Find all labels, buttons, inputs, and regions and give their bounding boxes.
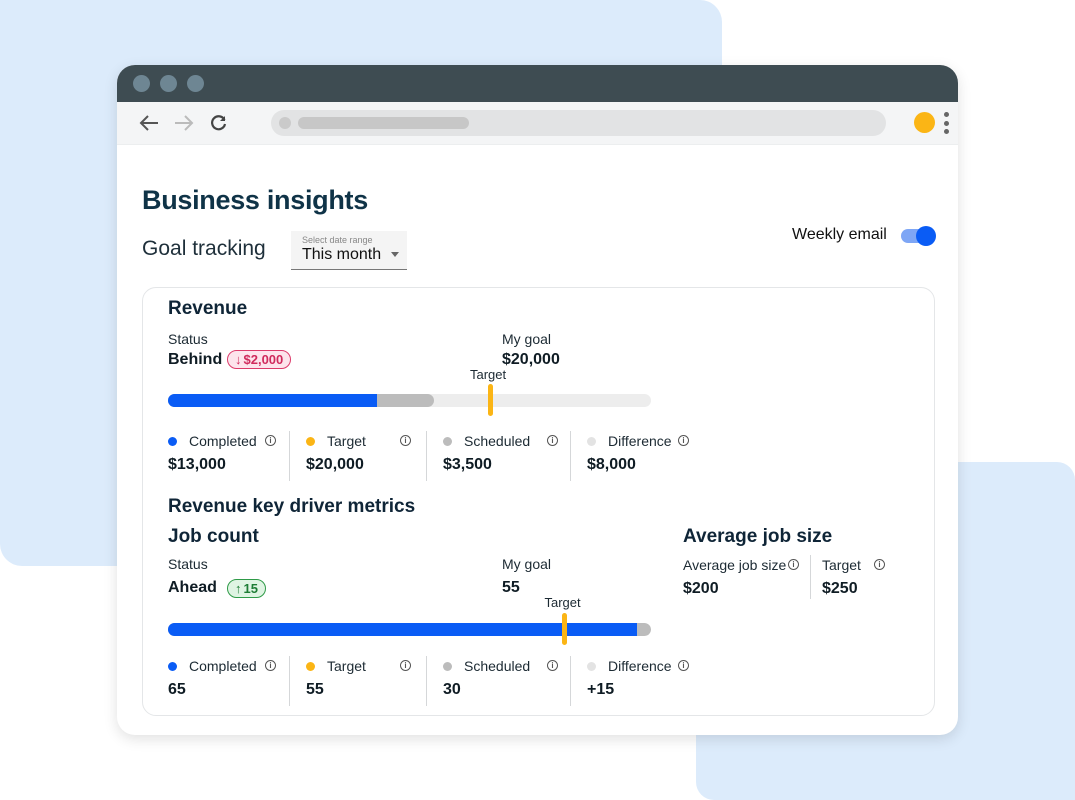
stat-average-job-size: Average job size i $200 <box>683 555 810 599</box>
stat-avg-target: Target i $250 <box>810 555 900 599</box>
job-count-target-marker <box>561 613 567 645</box>
site-info-icon <box>279 117 291 129</box>
stat-label: Difference <box>608 433 672 449</box>
legend-dot-completed <box>168 436 177 446</box>
stat-value: $200 <box>683 580 719 597</box>
profile-avatar[interactable] <box>914 112 935 133</box>
stat-label: Target <box>327 658 366 674</box>
revenue-delta-badge: ↓ $2,000 <box>227 350 292 369</box>
revenue-goal-value: $20,000 <box>502 351 560 368</box>
caret-down-icon <box>391 252 399 257</box>
legend-dot-difference <box>587 661 596 671</box>
revenue-title: Revenue <box>168 298 248 319</box>
stat-value: 65 <box>168 681 186 698</box>
kebab-menu-icon[interactable] <box>943 112 949 134</box>
stat-target: Target i $20,000 <box>289 431 426 481</box>
stat-label: Completed <box>189 658 257 674</box>
page-title: Business insights <box>142 185 368 215</box>
window-control-dot[interactable] <box>133 75 150 92</box>
stat-difference: Difference i +15 <box>570 656 700 706</box>
info-icon[interactable]: i <box>400 435 411 446</box>
legend-dot-target <box>306 436 315 446</box>
drivers-title: Revenue key driver metrics <box>168 496 416 517</box>
stat-completed: Completed i 65 <box>168 656 289 706</box>
date-range-select[interactable]: Select date range This month <box>291 231 407 270</box>
stat-label: Target <box>822 557 861 573</box>
stat-label: Target <box>327 433 366 449</box>
stat-difference: Difference i $8,000 <box>570 431 700 481</box>
address-bar[interactable] <box>271 110 886 136</box>
stat-label: Scheduled <box>464 433 531 449</box>
info-icon[interactable]: i <box>265 660 276 671</box>
stat-value: 55 <box>306 681 324 698</box>
arrow-right-icon[interactable] <box>172 111 196 135</box>
stat-value: $20,000 <box>306 456 364 473</box>
job-count-target-label: Target <box>544 595 581 610</box>
stat-scheduled: Scheduled i 30 <box>426 656 570 706</box>
date-range-label: Select date range <box>302 235 373 245</box>
arrow-up-icon: ↑ <box>235 581 242 596</box>
stat-label: Difference <box>608 658 672 674</box>
toggle-knob <box>916 226 936 246</box>
arrow-left-icon[interactable] <box>137 111 161 135</box>
info-icon[interactable]: i <box>400 660 411 671</box>
info-icon[interactable]: i <box>678 660 689 671</box>
revenue-stats: Completed i $13,000 Target i $20,000 Sch… <box>168 431 700 481</box>
job-count-stats: Completed i 65 Target i 55 Scheduled i 3… <box>168 656 700 706</box>
browser-toolbar <box>117 102 958 145</box>
goal-card: Revenue Status Behind ↓ $2,000 My goal $… <box>142 287 935 716</box>
legend-dot-scheduled <box>443 436 452 446</box>
revenue-progress-bar <box>168 394 651 407</box>
legend-dot-completed <box>168 661 177 671</box>
window-control-dot[interactable] <box>187 75 204 92</box>
revenue-status: Behind <box>168 351 223 368</box>
legend-dot-scheduled <box>443 661 452 671</box>
revenue-delta-value: $2,000 <box>243 352 284 367</box>
stat-value: $250 <box>822 580 858 597</box>
info-icon[interactable]: i <box>874 559 885 570</box>
window-control-dot[interactable] <box>160 75 177 92</box>
stat-value: +15 <box>587 681 615 698</box>
revenue-target-marker <box>487 384 493 416</box>
job-count-delta-value: 15 <box>243 581 258 596</box>
weekly-email-label: Weekly email <box>792 226 887 243</box>
info-icon[interactable]: i <box>678 435 689 446</box>
stat-label: Scheduled <box>464 658 531 674</box>
info-icon[interactable]: i <box>547 660 558 671</box>
avg-job-size-title: Average job size <box>683 526 833 547</box>
stat-value: $3,500 <box>443 456 492 473</box>
legend-dot-difference <box>587 436 596 446</box>
info-icon[interactable]: i <box>547 435 558 446</box>
job-count-goal-label: My goal <box>502 556 552 572</box>
revenue-target-label: Target <box>470 367 507 382</box>
stat-label: Completed <box>189 433 257 449</box>
job-count-title: Job count <box>168 526 259 547</box>
date-range-value: This month <box>302 246 382 263</box>
stat-scheduled: Scheduled i $3,500 <box>426 431 570 481</box>
revenue-goal-label: My goal <box>502 331 552 347</box>
legend-dot-target <box>306 661 315 671</box>
arrow-down-icon: ↓ <box>235 352 242 367</box>
stat-completed: Completed i $13,000 <box>168 431 289 481</box>
stat-target: Target i 55 <box>289 656 426 706</box>
reload-icon[interactable] <box>207 111 231 135</box>
title-bar <box>117 65 958 102</box>
job-count-goal-value: 55 <box>502 579 520 596</box>
weekly-email-toggle[interactable] <box>901 226 936 246</box>
section-title-goal-tracking: Goal tracking <box>142 237 266 260</box>
job-count-delta-badge: ↑ 15 <box>227 579 266 598</box>
stat-value: 30 <box>443 681 461 698</box>
stat-value: $8,000 <box>587 456 636 473</box>
info-icon[interactable]: i <box>788 559 799 570</box>
info-icon[interactable]: i <box>265 435 276 446</box>
stat-value: $13,000 <box>168 456 226 473</box>
job-count-status: Ahead <box>168 579 217 596</box>
job-count-status-label: Status <box>168 556 208 572</box>
browser-window: Business insights Goal tracking Select d… <box>117 65 958 735</box>
revenue-completed-fill <box>168 394 378 407</box>
avg-job-size-stats: Average job size i $200 Target i $250 <box>683 555 900 599</box>
revenue-status-label: Status <box>168 331 208 347</box>
job-count-progress-bar <box>168 623 651 636</box>
url-placeholder <box>298 117 469 129</box>
